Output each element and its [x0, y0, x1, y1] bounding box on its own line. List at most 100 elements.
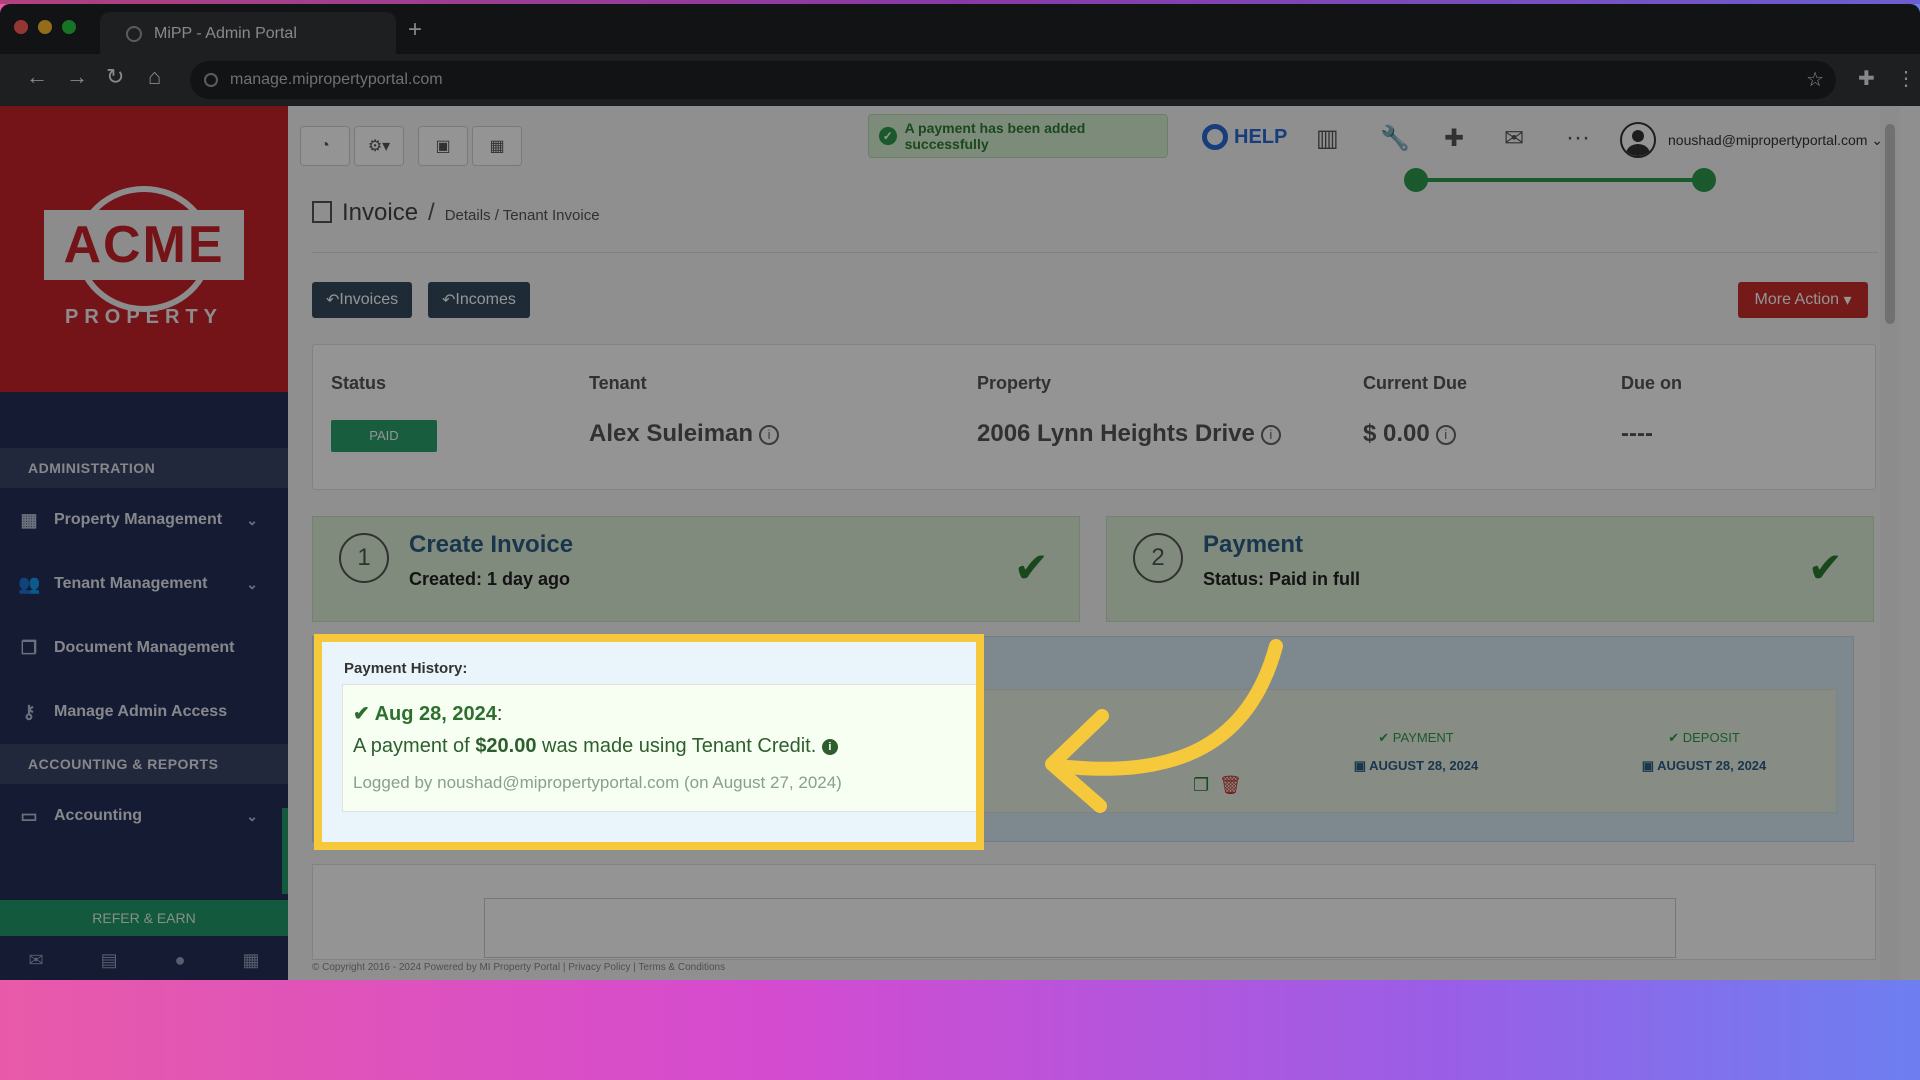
sidebar: ACME PROPERTY ADMINISTRATION ▦ Property …: [0, 106, 288, 980]
success-toast: ✓ A payment has been added successfully: [868, 114, 1168, 158]
sidebar-item-accounting[interactable]: ▭ Accounting ⌄: [0, 784, 288, 848]
close-window-button[interactable]: [14, 20, 28, 34]
due-on-column: Due on ----: [1621, 373, 1682, 448]
status-column: Status PAID: [331, 373, 437, 452]
step-number: 2: [1133, 533, 1183, 583]
page-title: Invoice: [342, 199, 419, 226]
page-scrollbar[interactable]: [1880, 106, 1900, 980]
info-icon[interactable]: i: [759, 424, 780, 445]
reload-button[interactable]: ↻: [106, 66, 124, 88]
section-administration: ADMINISTRATION: [0, 448, 288, 488]
calendar-check-icon[interactable]: ▣: [418, 126, 468, 166]
money-icon: ▭: [20, 806, 38, 826]
sidebar-item-document-management[interactable]: ❐ Document Management: [0, 616, 288, 680]
timeline-dot-deposit: [1692, 168, 1716, 192]
sidebar-item-label: Document Management: [54, 639, 235, 656]
breadcrumb-path[interactable]: Details / Tenant Invoice: [445, 207, 600, 224]
due-on-label: Due on: [1621, 373, 1682, 393]
globe-icon: [126, 26, 142, 42]
property-name[interactable]: 2006 Lynn Heights Drive: [977, 420, 1255, 447]
invoice-icon: [312, 201, 332, 223]
step-subtitle: Status: Paid in full: [1203, 569, 1361, 589]
sidebar-item-label: Property Management: [54, 511, 223, 528]
plus-icon[interactable]: ✚: [1444, 124, 1464, 153]
mail-icon[interactable]: ✉: [29, 950, 44, 971]
top-toolbar: ◔ ⚙▾ ▣ ▦ ✓ A payment has been added succ…: [288, 106, 1900, 186]
logo[interactable]: ACME: [44, 210, 244, 280]
briefcase-icon[interactable]: ▤: [101, 950, 118, 971]
help-label: HELP: [1234, 125, 1288, 148]
tab-title: MiPP - Admin Portal: [154, 25, 297, 42]
envelope-icon[interactable]: ✉: [1504, 124, 1524, 153]
step-number: 1: [339, 533, 389, 583]
browser-tab[interactable]: MiPP - Admin Portal: [100, 12, 396, 56]
footer-copyright: © Copyright 2016 - 2024 Powered by MI Pr…: [312, 962, 726, 973]
home-button[interactable]: ⌂: [148, 66, 161, 88]
property-label: Property: [977, 373, 1052, 393]
user-icon[interactable]: ●: [175, 950, 186, 971]
building-icon: ▦: [20, 510, 38, 530]
bookmark-star-icon[interactable]: ☆: [1806, 67, 1824, 92]
sidebar-item-label: Tenant Management: [54, 575, 208, 592]
chart-icon[interactable]: ▥: [1316, 124, 1339, 153]
back-button[interactable]: ←: [26, 66, 48, 88]
check-icon: ✔: [1013, 544, 1049, 591]
avatar[interactable]: [1620, 122, 1656, 158]
timeline-date-deposit: ▣ AUGUST 28, 2024: [1641, 758, 1767, 773]
wrench-icon[interactable]: 🔧: [1380, 124, 1410, 153]
info-icon[interactable]: i: [1435, 424, 1456, 445]
breadcrumb: Invoice / Details / Tenant Invoice: [312, 198, 600, 227]
tenant-name[interactable]: Alex Suleiman: [589, 420, 753, 447]
timeline-label-deposit: ✔ DEPOSIT: [1668, 730, 1740, 745]
sidebar-item-label: Accounting: [54, 807, 142, 824]
calculator-icon[interactable]: ▦: [242, 950, 259, 971]
highlight-frame: [314, 634, 984, 850]
more-icon[interactable]: ···: [1566, 124, 1590, 152]
new-tab-button[interactable]: +: [408, 16, 422, 44]
sidebar-item-manage-admin-access[interactable]: ⚷ Manage Admin Access: [0, 680, 288, 744]
more-action-button[interactable]: More Action ▾: [1738, 282, 1868, 318]
tenant-column: Tenant Alex Suleiman i: [589, 373, 780, 448]
timeline-line: [1416, 178, 1704, 182]
incomes-back-button[interactable]: ↶ Incomes: [428, 282, 530, 318]
settings-dropdown-icon[interactable]: ⚙▾: [354, 126, 404, 166]
sidebar-item-label: Manage Admin Access: [54, 703, 228, 720]
step-title: Payment: [1203, 531, 1304, 558]
step-payment: 2 Payment Status: Paid in full ✔: [1106, 516, 1874, 622]
logo-area: ACME PROPERTY: [0, 106, 288, 392]
calculator-icon[interactable]: ▦: [472, 126, 522, 166]
section-accounting-reports: ACCOUNTING & REPORTS: [0, 744, 288, 784]
current-due-value: $ 0.00: [1363, 420, 1430, 447]
info-icon[interactable]: i: [1260, 424, 1281, 445]
status-badge: PAID: [331, 420, 437, 452]
address-bar[interactable]: manage.mipropertyportal.com ☆: [190, 61, 1836, 99]
timeline-date-payment: ▣ AUGUST 28, 2024: [1353, 758, 1479, 773]
logo-subtitle: PROPERTY: [64, 306, 224, 328]
scrollbar-thumb[interactable]: [1885, 124, 1895, 324]
site-info-icon[interactable]: [204, 73, 218, 87]
lifebuoy-icon: [1202, 124, 1228, 150]
extensions-icon[interactable]: ✚: [1858, 66, 1875, 91]
maximize-window-button[interactable]: [62, 20, 76, 34]
user-email: noushad@mipropertyportal.com: [1668, 132, 1868, 148]
chevron-down-icon: ⌄: [246, 511, 258, 528]
dashboard-icon[interactable]: ◔: [300, 126, 350, 166]
refer-earn-button[interactable]: REFER & EARN: [0, 900, 288, 936]
invoices-back-button[interactable]: ↶ Invoices: [312, 282, 413, 318]
reply-icon: ↶: [326, 292, 340, 309]
address-row: ← → ↻ ⌂ manage.mipropertyportal.com ☆ ✚ …: [0, 54, 1920, 106]
user-menu[interactable]: noushad@mipropertyportal.com ⌄: [1668, 132, 1883, 149]
step-subtitle: Created: 1 day ago: [409, 569, 571, 589]
browser-menu-icon[interactable]: ⋮: [1896, 66, 1916, 91]
forward-button[interactable]: →: [66, 66, 88, 88]
sidebar-bottom-icons: ✉ ▤ ● ▦: [0, 942, 288, 978]
toast-message: A payment has been added successfully: [904, 120, 1086, 152]
more-action-label: More Action: [1754, 291, 1839, 308]
sidebar-item-property-management[interactable]: ▦ Property Management ⌄: [0, 488, 288, 552]
sidebar-item-tenant-management[interactable]: 👥 Tenant Management ⌄: [0, 552, 288, 616]
lower-section-frame: [484, 898, 1676, 958]
users-icon: 👥: [18, 574, 41, 594]
invoice-summary-card: Status PAID Tenant Alex Suleiman i Proper…: [312, 344, 1876, 490]
help-button[interactable]: HELP: [1202, 124, 1287, 150]
minimize-window-button[interactable]: [38, 20, 52, 34]
